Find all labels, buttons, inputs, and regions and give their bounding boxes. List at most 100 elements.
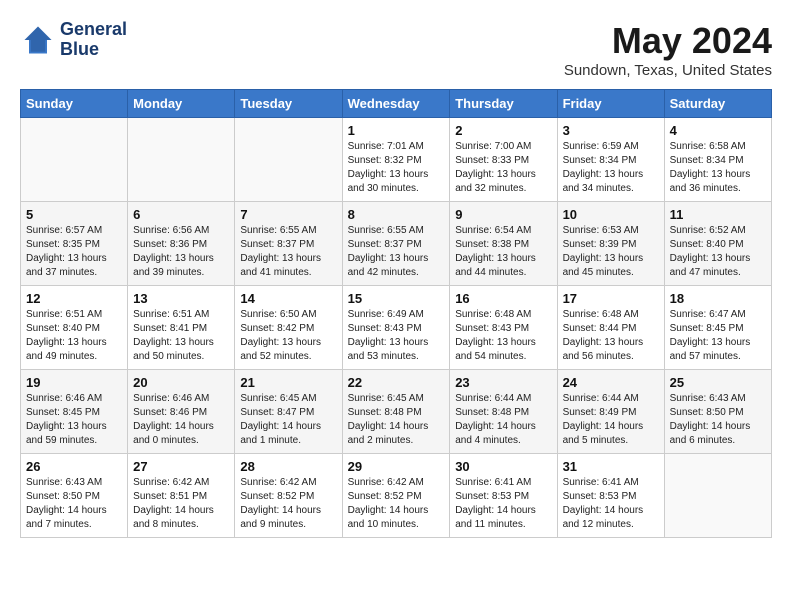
day-number: 19 [26,375,122,390]
day-number: 24 [563,375,659,390]
day-number: 14 [240,291,336,306]
calendar-cell: 5 Sunrise: 6:57 AM Sunset: 8:35 PM Daylig… [21,202,128,286]
day-info: Sunrise: 6:42 AM Sunset: 8:52 PM Dayligh… [240,476,336,532]
calendar-cell [664,454,771,538]
weekday-header: Tuesday [235,90,342,118]
calendar-cell: 24 Sunrise: 6:44 AM Sunset: 8:49 PM Dayli… [557,370,664,454]
day-number: 5 [26,207,122,222]
day-number: 13 [133,291,229,306]
weekday-header: Saturday [664,90,771,118]
day-number: 7 [240,207,336,222]
day-info: Sunrise: 6:45 AM Sunset: 8:47 PM Dayligh… [240,392,336,448]
day-number: 15 [348,291,445,306]
calendar-cell: 18Sunrise: 6:47 AM Sunset: 8:45 PM Dayli… [664,286,771,370]
calendar-cell: 9 Sunrise: 6:54 AM Sunset: 8:38 PM Daylig… [450,202,557,286]
day-number: 6 [133,207,229,222]
calendar-cell: 28 Sunrise: 6:42 AM Sunset: 8:52 PM Dayli… [235,454,342,538]
calendar-cell: 23 Sunrise: 6:44 AM Sunset: 8:48 PM Dayli… [450,370,557,454]
page-header: General Blue May 2024 Sundown, Texas, Un… [20,20,772,79]
day-info: Sunrise: 6:49 AM Sunset: 8:43 PM Dayligh… [348,308,445,364]
calendar-cell: 1Sunrise: 7:01 AM Sunset: 8:32 PM Daylig… [342,118,450,202]
day-info: Sunrise: 6:46 AM Sunset: 8:46 PM Dayligh… [133,392,229,448]
calendar-cell: 22 Sunrise: 6:45 AM Sunset: 8:48 PM Dayli… [342,370,450,454]
calendar-week-row: 1Sunrise: 7:01 AM Sunset: 8:32 PM Daylig… [21,118,772,202]
calendar-cell: 20 Sunrise: 6:46 AM Sunset: 8:46 PM Dayli… [128,370,235,454]
day-info: Sunrise: 6:44 AM Sunset: 8:48 PM Dayligh… [455,392,551,448]
calendar-cell: 10 Sunrise: 6:53 AM Sunset: 8:39 PM Dayli… [557,202,664,286]
calendar-cell: 3Sunrise: 6:59 AM Sunset: 8:34 PM Daylig… [557,118,664,202]
weekday-header: Friday [557,90,664,118]
day-number: 18 [670,291,766,306]
calendar-table: SundayMondayTuesdayWednesdayThursdayFrid… [20,89,772,538]
day-info: Sunrise: 6:58 AM Sunset: 8:34 PM Dayligh… [670,140,766,196]
day-info: Sunrise: 6:43 AM Sunset: 8:50 PM Dayligh… [26,476,122,532]
day-info: Sunrise: 6:55 AM Sunset: 8:37 PM Dayligh… [240,224,336,280]
day-number: 23 [455,375,551,390]
title-block: May 2024 Sundown, Texas, United States [564,20,772,79]
day-number: 9 [455,207,551,222]
month-year-title: May 2024 [564,20,772,62]
day-info: Sunrise: 6:43 AM Sunset: 8:50 PM Dayligh… [670,392,766,448]
day-info: Sunrise: 6:42 AM Sunset: 8:51 PM Dayligh… [133,476,229,532]
day-number: 27 [133,459,229,474]
calendar-cell: 14 Sunrise: 6:50 AM Sunset: 8:42 PM Dayli… [235,286,342,370]
day-info: Sunrise: 6:51 AM Sunset: 8:40 PM Dayligh… [26,308,122,364]
day-info: Sunrise: 6:41 AM Sunset: 8:53 PM Dayligh… [455,476,551,532]
calendar-cell: 13 Sunrise: 6:51 AM Sunset: 8:41 PM Dayli… [128,286,235,370]
day-info: Sunrise: 6:57 AM Sunset: 8:35 PM Dayligh… [26,224,122,280]
day-info: Sunrise: 6:42 AM Sunset: 8:52 PM Dayligh… [348,476,445,532]
weekday-header: Wednesday [342,90,450,118]
calendar-cell: 21Sunrise: 6:45 AM Sunset: 8:47 PM Dayli… [235,370,342,454]
weekday-header: Thursday [450,90,557,118]
calendar-week-row: 5 Sunrise: 6:57 AM Sunset: 8:35 PM Daylig… [21,202,772,286]
calendar-cell: 4Sunrise: 6:58 AM Sunset: 8:34 PM Daylig… [664,118,771,202]
day-info: Sunrise: 6:45 AM Sunset: 8:48 PM Dayligh… [348,392,445,448]
day-number: 12 [26,291,122,306]
day-number: 26 [26,459,122,474]
day-info: Sunrise: 6:46 AM Sunset: 8:45 PM Dayligh… [26,392,122,448]
day-number: 20 [133,375,229,390]
day-info: Sunrise: 6:55 AM Sunset: 8:37 PM Dayligh… [348,224,445,280]
day-number: 8 [348,207,445,222]
calendar-cell: 8 Sunrise: 6:55 AM Sunset: 8:37 PM Daylig… [342,202,450,286]
calendar-week-row: 26 Sunrise: 6:43 AM Sunset: 8:50 PM Dayli… [21,454,772,538]
calendar-cell: 15 Sunrise: 6:49 AM Sunset: 8:43 PM Dayli… [342,286,450,370]
calendar-cell: 27 Sunrise: 6:42 AM Sunset: 8:51 PM Dayli… [128,454,235,538]
day-number: 11 [670,207,766,222]
day-info: Sunrise: 6:52 AM Sunset: 8:40 PM Dayligh… [670,224,766,280]
day-info: Sunrise: 6:50 AM Sunset: 8:42 PM Dayligh… [240,308,336,364]
calendar-cell [235,118,342,202]
weekday-header-row: SundayMondayTuesdayWednesdayThursdayFrid… [21,90,772,118]
day-info: Sunrise: 6:51 AM Sunset: 8:41 PM Dayligh… [133,308,229,364]
day-info: Sunrise: 6:53 AM Sunset: 8:39 PM Dayligh… [563,224,659,280]
calendar-cell: 19 Sunrise: 6:46 AM Sunset: 8:45 PM Dayli… [21,370,128,454]
calendar-cell: 30Sunrise: 6:41 AM Sunset: 8:53 PM Dayli… [450,454,557,538]
weekday-header: Sunday [21,90,128,118]
day-info: Sunrise: 6:44 AM Sunset: 8:49 PM Dayligh… [563,392,659,448]
calendar-cell: 2Sunrise: 7:00 AM Sunset: 8:33 PM Daylig… [450,118,557,202]
location-subtitle: Sundown, Texas, United States [564,62,772,79]
day-number: 31 [563,459,659,474]
weekday-header: Monday [128,90,235,118]
calendar-cell: 16Sunrise: 6:48 AM Sunset: 8:43 PM Dayli… [450,286,557,370]
calendar-cell: 7 Sunrise: 6:55 AM Sunset: 8:37 PM Daylig… [235,202,342,286]
day-info: Sunrise: 6:48 AM Sunset: 8:44 PM Dayligh… [563,308,659,364]
day-number: 28 [240,459,336,474]
logo-text: General Blue [60,20,127,60]
calendar-cell: 29 Sunrise: 6:42 AM Sunset: 8:52 PM Dayli… [342,454,450,538]
calendar-cell: 6Sunrise: 6:56 AM Sunset: 8:36 PM Daylig… [128,202,235,286]
day-number: 29 [348,459,445,474]
day-info: Sunrise: 7:00 AM Sunset: 8:33 PM Dayligh… [455,140,551,196]
day-number: 16 [455,291,551,306]
day-info: Sunrise: 6:54 AM Sunset: 8:38 PM Dayligh… [455,224,551,280]
day-number: 17 [563,291,659,306]
day-info: Sunrise: 6:41 AM Sunset: 8:53 PM Dayligh… [563,476,659,532]
day-number: 10 [563,207,659,222]
day-number: 1 [348,123,445,138]
calendar-cell: 11 Sunrise: 6:52 AM Sunset: 8:40 PM Dayli… [664,202,771,286]
day-number: 3 [563,123,659,138]
day-number: 22 [348,375,445,390]
calendar-cell: 31 Sunrise: 6:41 AM Sunset: 8:53 PM Dayli… [557,454,664,538]
calendar-week-row: 19 Sunrise: 6:46 AM Sunset: 8:45 PM Dayli… [21,370,772,454]
calendar-cell: 25Sunrise: 6:43 AM Sunset: 8:50 PM Dayli… [664,370,771,454]
